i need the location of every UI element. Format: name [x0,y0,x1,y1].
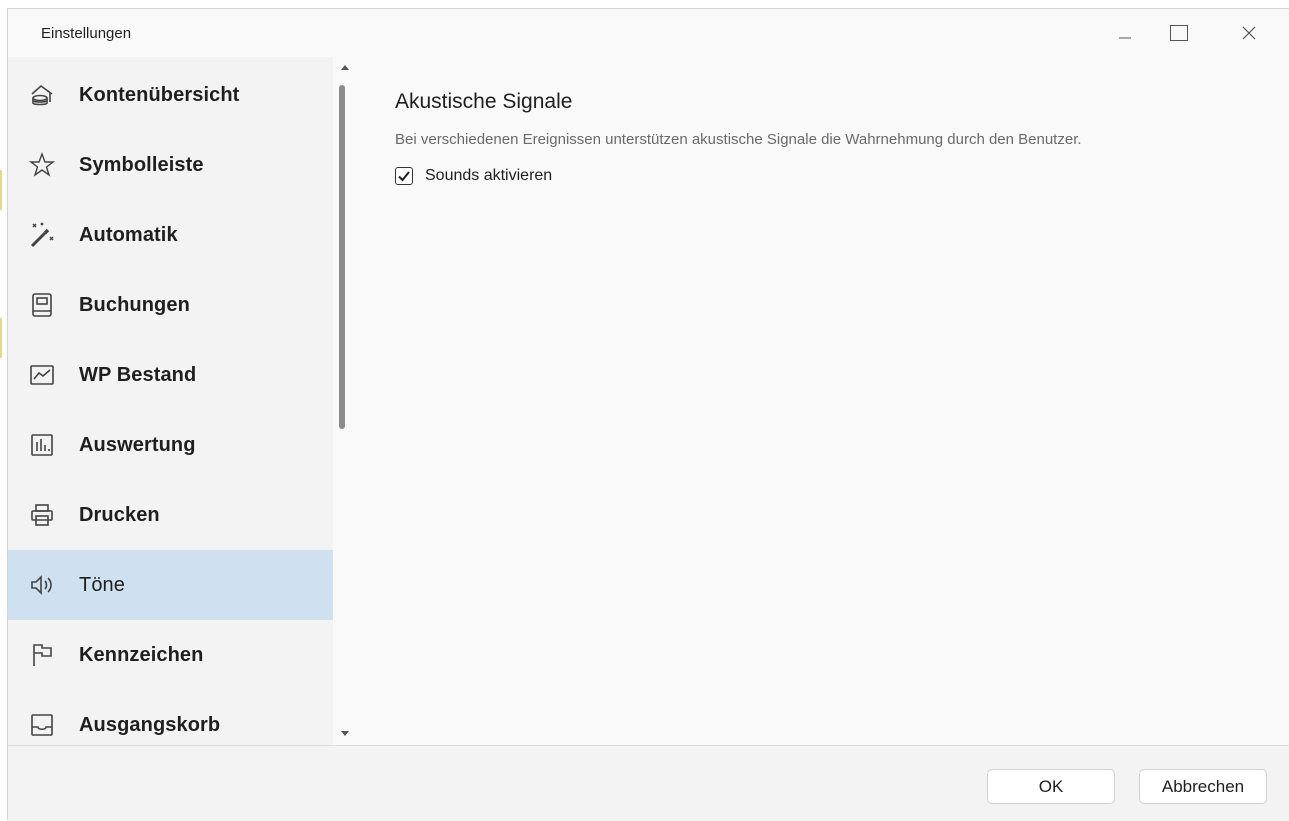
checkmark-icon [398,171,410,182]
maximize-button[interactable] [1152,9,1206,57]
sidebar-item-automatik[interactable]: Automatik [8,200,333,270]
maximize-icon [1170,25,1188,41]
dialog-footer: OK Abbrechen [8,745,1289,821]
star-icon [27,150,57,180]
bar-chart-icon [27,430,57,460]
sounds-checkbox[interactable] [395,167,413,185]
sidebar-item-kennzeichen[interactable]: Kennzeichen [8,620,333,690]
scroll-down-arrow-icon[interactable] [341,731,349,736]
sidebar-item-label: Kontenübersicht [79,83,240,106]
close-icon [1242,26,1256,40]
sidebar-item-label: Automatik [79,223,178,246]
printer-icon [27,500,57,530]
sidebar-item-auswertung[interactable]: Auswertung [8,410,333,480]
sidebar-item-label: Kennzeichen [79,643,204,666]
magic-wand-icon [27,220,57,250]
flag-icon [27,640,57,670]
sidebar-item-label: Auswertung [79,433,196,456]
sidebar-item-wp-bestand[interactable]: WP Bestand [8,340,333,410]
sidebar-item-drucken[interactable]: Drucken [8,480,333,550]
sidebar-item-label: WP Bestand [79,363,197,386]
section-title: Akustische Signale [395,90,573,113]
sidebar-item-kontenuebersicht[interactable]: Kontenübersicht [8,60,333,130]
sounds-checkbox-label[interactable]: Sounds aktivieren [425,167,552,185]
account-overview-icon [27,80,57,110]
title-bar: Einstellungen [8,9,1289,57]
cancel-button[interactable]: Abbrechen [1139,769,1267,804]
sidebar-item-label: Ausgangskorb [79,713,221,736]
speaker-icon [27,570,57,600]
minimize-icon [1119,37,1131,39]
ok-button[interactable]: OK [987,769,1115,804]
sounds-checkbox-row[interactable]: Sounds aktivieren [395,167,552,185]
close-button[interactable] [1222,9,1276,57]
sidebar-item-label: Drucken [79,503,160,526]
window-title: Einstellungen [41,25,132,42]
background-edge-mark [0,170,2,210]
minimize-button[interactable] [1098,9,1152,57]
sidebar-item-label: Töne [79,573,125,596]
scroll-up-arrow-icon[interactable] [341,65,349,70]
sidebar-item-buchungen[interactable]: Buchungen [8,270,333,340]
scrollbar-thumb[interactable] [339,85,345,429]
background-edge-mark [0,318,2,358]
ledger-book-icon [27,290,57,320]
sidebar-item-symbolleiste[interactable]: Symbolleiste [8,130,333,200]
stock-chart-icon [27,360,57,390]
settings-dialog: Einstellungen Kontenübersicht Symbolleis… [7,8,1289,821]
sidebar-item-label: Buchungen [79,293,190,316]
outbox-tray-icon [27,710,57,740]
settings-content-panel: Akustische Signale Bei verschiedenen Ere… [355,57,1289,745]
sidebar-item-toene[interactable]: Töne [8,550,333,620]
section-description: Bei verschiedenen Ereignissen unterstütz… [395,131,1082,148]
sidebar-scrollbar[interactable] [333,57,355,745]
sidebar-item-ausgangskorb[interactable]: Ausgangskorb [8,690,333,745]
sidebar-item-label: Symbolleiste [79,153,204,176]
settings-sidebar: Kontenübersicht Symbolleiste Automatik B… [8,57,333,745]
